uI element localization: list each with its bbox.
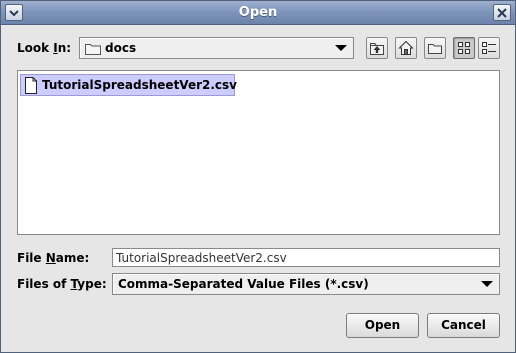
list-view-button[interactable]	[453, 37, 475, 59]
look-in-label: Look In:	[17, 41, 71, 55]
open-dialog: Open Look In: docs TutorialSpreadsheetVe…	[0, 0, 516, 353]
file-name-label: File Name:	[17, 251, 89, 265]
list-item[interactable]: TutorialSpreadsheetVer2.csv	[20, 74, 237, 96]
close-button[interactable]	[493, 4, 511, 21]
up-one-level-icon	[370, 43, 384, 55]
list-view-icon	[458, 42, 470, 54]
file-name-input[interactable]	[112, 248, 500, 267]
files-of-type-value: Comma-Separated Value Files (*.csv)	[118, 277, 369, 291]
look-in-label-prefix: Look	[17, 41, 54, 55]
file-list[interactable]: TutorialSpreadsheetVer2.csv	[17, 70, 500, 235]
cancel-button[interactable]: Cancel	[427, 313, 500, 338]
file-name: TutorialSpreadsheetVer2.csv	[42, 78, 237, 92]
title-bar[interactable]: Open	[1, 1, 515, 25]
home-icon	[398, 40, 414, 55]
file-icon	[25, 77, 37, 94]
file-name-label-prefix: File	[17, 251, 46, 265]
details-view-button[interactable]	[478, 37, 500, 59]
details-view-icon	[482, 42, 496, 54]
window-title: Open	[238, 5, 278, 20]
files-of-type-combo[interactable]: Comma-Separated Value Files (*.csv)	[112, 273, 500, 295]
chevron-down-icon	[335, 45, 347, 51]
close-x-icon	[497, 8, 507, 18]
files-of-type-label-suffix: ype:	[77, 277, 107, 291]
open-button[interactable]: Open	[346, 313, 419, 338]
new-folder-button[interactable]	[424, 37, 446, 59]
look-in-label-suffix: n:	[57, 41, 72, 55]
folder-icon	[85, 44, 101, 55]
files-of-type-label: Files of Type:	[17, 277, 107, 291]
look-in-combo[interactable]: docs	[79, 37, 354, 59]
up-one-level-button[interactable]	[366, 37, 388, 59]
file-name-label-suffix: ame:	[55, 251, 90, 265]
files-of-type-label-prefix: Files of	[17, 277, 71, 291]
chevron-down-icon	[481, 281, 493, 287]
file-name-label-mnemonic: N	[45, 251, 56, 265]
new-folder-icon	[428, 44, 442, 54]
look-in-value: docs	[105, 41, 137, 55]
home-button[interactable]	[395, 37, 417, 59]
